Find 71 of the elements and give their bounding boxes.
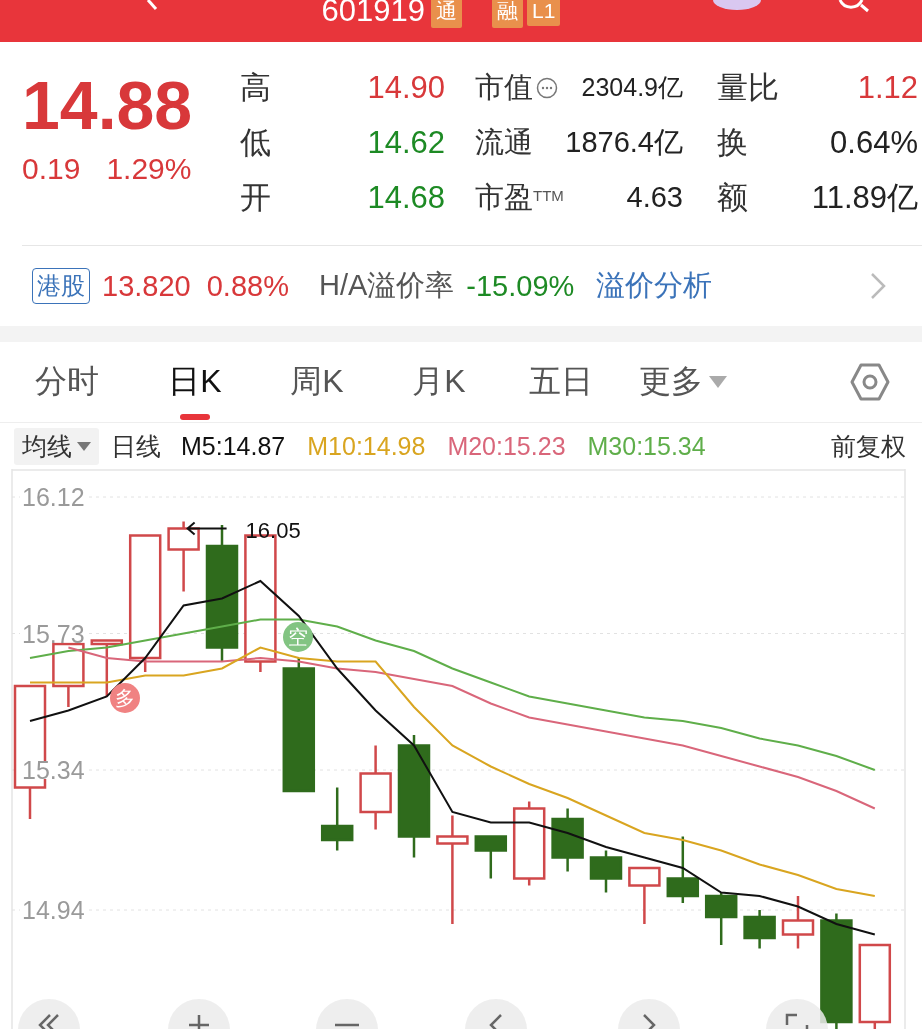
stat-label: 换: [717, 124, 748, 162]
search-icon[interactable]: [838, 0, 870, 13]
stat-label: 流通: [475, 125, 533, 160]
hk-change: 0.88%: [206, 269, 289, 303]
candlestick: [704, 892, 738, 945]
premium-rate: -15.09%: [466, 269, 575, 303]
period-tab[interactable]: 日K: [134, 342, 256, 422]
price-change: 0.19: [22, 152, 81, 186]
current-price: 14.88: [22, 68, 194, 142]
stat-label: 开: [240, 179, 272, 217]
candlestick: [551, 808, 584, 872]
signal-badge: 多: [110, 683, 140, 713]
period-tab[interactable]: 更多: [622, 342, 744, 422]
hk-price: 13.820: [102, 269, 191, 303]
stat-label: 市值: [475, 70, 533, 105]
period-label: 日线: [111, 430, 161, 462]
period-tab[interactable]: 分时: [0, 342, 134, 422]
ma-value: M20:15.23: [447, 431, 566, 461]
hk-tag: 港股: [32, 268, 90, 304]
price-annotation: 16.05: [245, 517, 301, 543]
period-tab[interactable]: 月K: [378, 342, 500, 422]
candlestick: [167, 521, 200, 592]
stock-code: 601919: [321, 0, 426, 29]
ma-value: M30:15.34: [587, 431, 706, 461]
candlestick: [666, 836, 700, 903]
zoom-out-icon: [335, 1023, 359, 1027]
axis-label: 15.34: [22, 756, 85, 784]
stat-value: 14.68: [366, 179, 445, 217]
market-badge: 通: [431, 0, 463, 28]
info-icon[interactable]: [536, 76, 558, 99]
stat-label: 低: [240, 124, 272, 162]
period-tab[interactable]: 五日: [500, 342, 622, 422]
avatar-icon[interactable]: [713, 0, 761, 10]
axis-label: 14.94: [22, 896, 85, 924]
stat-label: 量比: [717, 69, 779, 107]
axis-label: 16.12: [22, 483, 85, 511]
stat-value: 0.64%: [830, 124, 918, 162]
ma-value: M10:14.98: [307, 431, 426, 461]
active-indicator: [180, 414, 210, 420]
adjustment-option[interactable]: 前复权: [831, 429, 906, 463]
candlestick: [589, 850, 623, 893]
stat-value: 1.12: [857, 69, 918, 107]
stat-value: 1876.4亿: [565, 124, 683, 160]
candlestick: [743, 910, 776, 949]
stat-label: 市盈$^{TTM}$: [475, 180, 564, 215]
stat-value: 4.63: [626, 181, 683, 214]
stat-value: 11.89亿: [811, 179, 918, 217]
stat-label: 额: [717, 179, 748, 217]
stat-value: 14.62: [366, 124, 445, 162]
arrow-icon: [186, 521, 228, 536]
candlestick: [781, 896, 815, 949]
indicator-dropdown[interactable]: 均线: [14, 427, 99, 465]
back-icon[interactable]: [146, 0, 158, 12]
signal-badge: 空: [283, 622, 313, 652]
change-percent: 1.29%: [106, 152, 192, 186]
market-badge: L1: [527, 0, 561, 26]
premium-label: H/A溢价率: [318, 268, 455, 303]
stat-value: 2304.9亿: [581, 72, 683, 103]
candlestick: [320, 787, 354, 851]
ma-value: M5:14.87: [181, 431, 286, 461]
market-badge: 融: [492, 0, 524, 28]
stat-value: 14.90: [366, 69, 445, 107]
candlestick: [474, 835, 508, 879]
settings-icon[interactable]: [850, 362, 890, 402]
period-tab[interactable]: 周K: [256, 342, 378, 422]
candlestick: [628, 866, 661, 924]
axis-label: 15.73: [22, 619, 85, 648]
caret-icon: [709, 376, 727, 388]
caret-icon: [77, 441, 91, 451]
stat-label: 高: [240, 69, 272, 107]
premium-analysis-link[interactable]: 溢价分析: [596, 266, 713, 306]
